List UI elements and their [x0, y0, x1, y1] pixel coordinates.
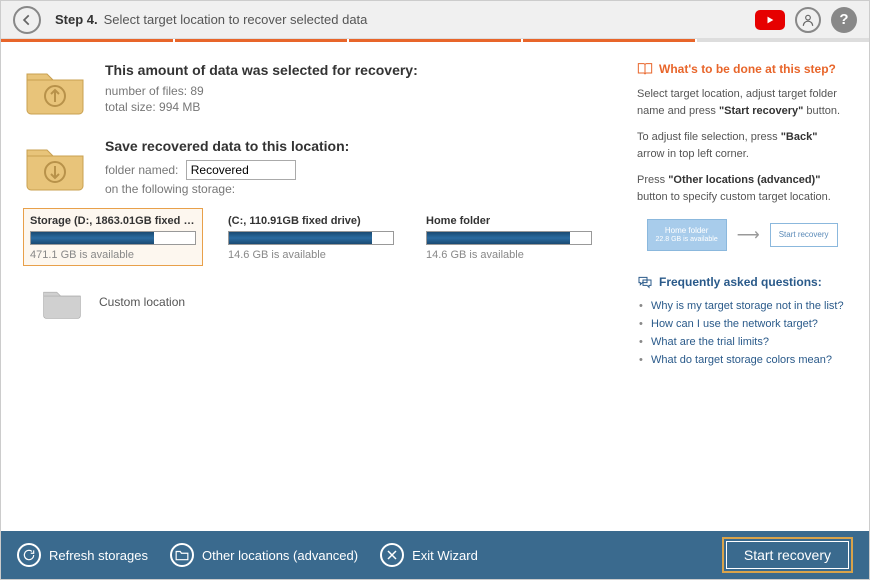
summary-files: number of files: 89 [105, 84, 418, 98]
storage-item[interactable]: (C:, 110.91GB fixed drive) 14.6 GB is av… [221, 208, 401, 266]
custom-location-label: Custom location [99, 295, 185, 309]
help-p2: To adjust file selection, press "Back" a… [637, 129, 847, 162]
chat-icon [637, 275, 653, 289]
close-icon [380, 543, 404, 567]
folder-up-icon [23, 62, 87, 116]
help-p1: Select target location, adjust target fo… [637, 86, 847, 119]
storage-list: Storage (D:, 1863.01GB fixed drive) 471.… [23, 208, 627, 266]
step-description: Select target location to recover select… [104, 12, 368, 27]
header-bar: Step 4. Select target location to recove… [1, 1, 869, 39]
folder-down-icon [23, 138, 87, 192]
help-title: What's to be done at this step? [637, 62, 847, 76]
arrow-right-icon: ⟶ [737, 225, 760, 245]
user-icon [801, 13, 815, 27]
storage-available: 471.1 GB is available [30, 249, 196, 261]
faq-item[interactable]: Why is my target storage not in the list… [637, 297, 847, 315]
folder-gray-icon [41, 284, 83, 320]
folder-name-input[interactable] [186, 160, 296, 180]
custom-location-row[interactable]: Custom location [41, 284, 627, 320]
start-recovery-button[interactable]: Start recovery [722, 537, 853, 573]
exit-wizard-button[interactable]: Exit Wizard [380, 543, 478, 567]
account-button[interactable] [795, 7, 821, 33]
storage-name: Home folder [426, 215, 592, 227]
storage-available: 14.6 GB is available [228, 249, 394, 261]
save-title: Save recovered data to this location: [105, 138, 349, 154]
storage-name: Storage (D:, 1863.01GB fixed drive) [30, 215, 196, 227]
storage-item[interactable]: Storage (D:, 1863.01GB fixed drive) 471.… [23, 208, 203, 266]
youtube-button[interactable] [755, 10, 785, 30]
storage-label: on the following storage: [105, 182, 349, 196]
storage-bar [30, 231, 196, 245]
question-icon: ? [839, 11, 848, 28]
storage-name: (C:, 110.91GB fixed drive) [228, 215, 394, 227]
back-button[interactable] [13, 6, 41, 34]
footer-bar: Refresh storages Other locations (advanc… [1, 531, 869, 579]
help-button[interactable]: ? [831, 7, 857, 33]
folder-icon [170, 543, 194, 567]
storage-bar [228, 231, 394, 245]
storage-available: 14.6 GB is available [426, 249, 592, 261]
book-icon [637, 62, 653, 76]
faq-list: Why is my target storage not in the list… [637, 297, 847, 369]
storage-bar [426, 231, 592, 245]
arrow-left-icon [20, 13, 34, 27]
mini-storage: Home folder22.8 GB is available [647, 219, 727, 251]
refresh-icon [17, 543, 41, 567]
faq-title: Frequently asked questions: [637, 275, 847, 289]
folder-name-label: folder named: [105, 163, 178, 177]
storage-item[interactable]: Home folder 14.6 GB is available [419, 208, 599, 266]
summary-size: total size: 994 MB [105, 100, 418, 114]
help-illustration: Home folder22.8 GB is available ⟶ Start … [637, 219, 847, 251]
help-p3: Press "Other locations (advanced)" butto… [637, 172, 847, 205]
play-icon [765, 15, 775, 25]
summary-title: This amount of data was selected for rec… [105, 62, 418, 78]
step-number: Step 4. [55, 12, 98, 27]
faq-item[interactable]: What do target storage colors mean? [637, 351, 847, 369]
faq-item[interactable]: What are the trial limits? [637, 333, 847, 351]
other-locations-button[interactable]: Other locations (advanced) [170, 543, 358, 567]
mini-start: Start recovery [770, 223, 838, 247]
refresh-storages-button[interactable]: Refresh storages [17, 543, 148, 567]
faq-item[interactable]: How can I use the network target? [637, 315, 847, 333]
